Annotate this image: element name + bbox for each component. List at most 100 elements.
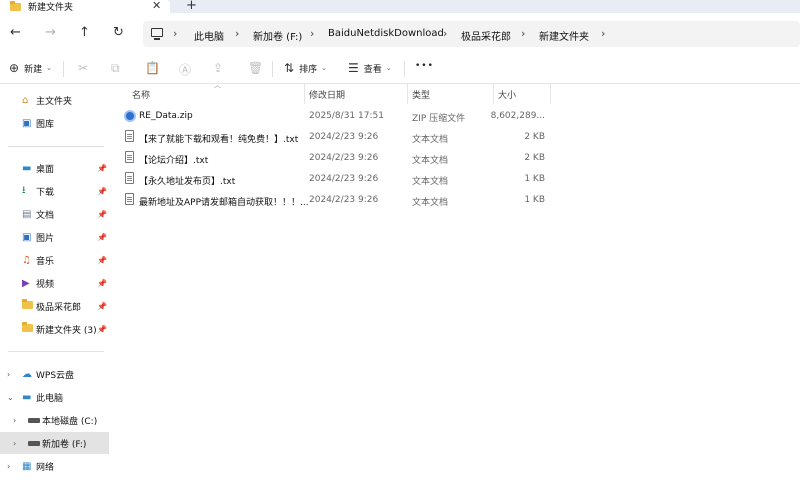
sidebar-item-label: 音乐 [36, 256, 55, 267]
folder-icon [22, 298, 33, 312]
sidebar-item-drive-c[interactable]: › 本地磁盘 (C:) [0, 409, 109, 431]
sidebar-item-label: 下载 [36, 187, 55, 198]
file-row[interactable]: 【永久地址发布页】.txt 2024/2/23 9:26 文本文档 1 KB [109, 169, 569, 190]
chevron-right-icon[interactable]: › [7, 370, 10, 379]
chevron-right-icon[interactable]: › [601, 27, 605, 40]
chevron-right-icon[interactable]: › [235, 27, 239, 40]
chevron-right-icon[interactable]: › [443, 27, 447, 40]
file-list-header: ︿ 名称 修改日期 类型 大小 [109, 81, 800, 104]
file-type: ZIP 压缩文件 [412, 114, 466, 124]
breadcrumb-baidu-download[interactable]: BaiduNetdiskDownload [328, 28, 444, 39]
file-date: 2024/2/23 9:26 [309, 174, 379, 184]
refresh-button[interactable]: ↻ [113, 25, 124, 40]
copy-button[interactable]: ⧉ [111, 61, 125, 76]
more-options-button[interactable]: ••• [415, 61, 434, 71]
file-row[interactable]: RE_Data.zip 2025/8/31 17:51 ZIP 压缩文件 8,6… [109, 106, 569, 127]
back-button[interactable]: ← [10, 25, 21, 40]
rename-button[interactable]: Ⓐ [179, 61, 196, 78]
sidebar-item-music[interactable]: ♫ 音乐 📌 [0, 249, 109, 271]
sidebar-item-network[interactable]: › ▦ 网络 [0, 455, 109, 477]
sidebar-item-gallery[interactable]: ▣ 图库 [0, 112, 109, 134]
address-bar[interactable]: › 此电脑 › 新加卷 (F:) › BaiduNetdiskDownload … [143, 21, 800, 47]
sidebar-item-label: 新建文件夹 (3) [36, 325, 97, 336]
breadcrumb-new-folder[interactable]: 新建文件夹 [539, 28, 589, 43]
sidebar-item-videos[interactable]: ▶ 视频 📌 [0, 272, 109, 294]
pin-icon[interactable]: 📌 [97, 325, 107, 334]
sidebar-item-label: 新加卷 (F:) [42, 439, 87, 450]
chevron-down-icon[interactable]: ⌄ [7, 393, 14, 402]
sidebar-item-label: 视频 [36, 279, 55, 290]
pin-icon[interactable]: 📌 [97, 279, 107, 288]
sidebar-item-drive-f[interactable]: › 新加卷 (F:) [0, 432, 109, 454]
column-header-size[interactable]: 大小 [498, 88, 516, 101]
file-row[interactable]: 【来了就能下载和观看！纯免费！】.txt 2024/2/23 9:26 文本文档… [109, 127, 569, 148]
file-name: RE_Data.zip [139, 111, 193, 121]
breadcrumb-this-pc[interactable]: 此电脑 [194, 28, 224, 43]
chevron-right-icon[interactable]: › [310, 27, 314, 40]
cut-button[interactable]: ✂ [78, 61, 93, 75]
sort-button[interactable]: ⇅ 排序 ⌄ [284, 61, 327, 75]
file-name: 最新地址及APP请发邮箱自动获取！！！... [139, 198, 309, 208]
new-button[interactable]: ⊕ 新建 ⌄ [9, 61, 52, 75]
delete-button[interactable]: 🗑 [248, 61, 268, 75]
breadcrumb-jipin-folder[interactable]: 极品采花郎 [461, 28, 511, 43]
pin-icon[interactable]: 📌 [97, 164, 107, 173]
pin-icon[interactable]: 📌 [97, 233, 107, 242]
view-button[interactable]: ☰ 查看 ⌄ [348, 61, 392, 75]
forward-button[interactable]: → [45, 25, 56, 40]
chevron-right-icon[interactable]: › [173, 27, 177, 40]
drive-icon [28, 415, 40, 426]
document-icon: ▤ [22, 208, 32, 220]
sidebar-item-pictures[interactable]: ▣ 图片 📌 [0, 226, 109, 248]
close-icon[interactable]: ✕ [152, 0, 161, 12]
column-divider[interactable] [407, 84, 408, 104]
file-row[interactable]: 最新地址及APP请发邮箱自动获取！！！... 2024/2/23 9:26 文本… [109, 190, 569, 211]
chevron-down-icon: ⌄ [46, 64, 52, 72]
new-tab-button[interactable]: + [186, 0, 197, 13]
chevron-down-icon: ⌄ [385, 64, 392, 72]
sidebar-item-downloads[interactable]: ⭳ 下载 📌 [0, 180, 109, 202]
file-size: 8,602,289... [490, 111, 545, 121]
chevron-right-icon[interactable]: › [13, 439, 16, 448]
pin-icon[interactable]: 📌 [97, 210, 107, 219]
txt-icon [125, 130, 134, 142]
chevron-right-icon[interactable]: › [7, 462, 10, 471]
file-name: 【来了就能下载和观看！纯免费！】.txt [139, 135, 299, 145]
up-button[interactable]: ↑ [79, 25, 90, 40]
file-row[interactable]: 【论坛介绍】.txt 2024/2/23 9:26 文本文档 2 KB [109, 148, 569, 169]
file-type: 文本文档 [412, 156, 449, 166]
column-header-date[interactable]: 修改日期 [309, 88, 345, 101]
gallery-icon: ▣ [22, 117, 32, 129]
column-divider[interactable] [493, 84, 494, 104]
chevron-right-icon[interactable]: › [521, 27, 525, 40]
sidebar-item-label: 极品采花郎 [36, 302, 82, 313]
share-button[interactable]: ⇪ [213, 61, 228, 75]
column-divider[interactable] [550, 84, 551, 104]
file-size: 1 KB [524, 174, 545, 184]
video-icon: ▶ [22, 277, 30, 289]
sidebar-item-new-folder-3[interactable]: 新建文件夹 (3) 📌 [0, 318, 109, 340]
file-date: 2025/8/31 17:51 [309, 111, 384, 121]
pin-icon[interactable]: 📌 [97, 302, 107, 311]
sidebar-item-documents[interactable]: ▤ 文档 📌 [0, 203, 109, 225]
paste-button[interactable]: 📋 [145, 61, 165, 75]
pin-icon[interactable]: 📌 [97, 187, 107, 196]
chevron-right-icon[interactable]: › [13, 416, 16, 425]
sidebar-item-home[interactable]: ⌂ 主文件夹 [0, 89, 109, 111]
breadcrumb-drive-f[interactable]: 新加卷 (F:) [253, 28, 302, 43]
column-header-type[interactable]: 类型 [412, 88, 430, 101]
new-button-label: 新建 [24, 64, 43, 75]
sidebar-item-this-pc[interactable]: ⌄ ▬ 此电脑 [0, 386, 109, 408]
tab-new-folder[interactable]: 新建文件夹 ✕ [0, 0, 170, 13]
file-type: 文本文档 [412, 177, 449, 187]
sidebar-item-label: 此电脑 [36, 393, 64, 404]
sidebar-item-wps-cloud[interactable]: › ☁ WPS云盘 [0, 363, 109, 385]
column-divider[interactable] [304, 84, 305, 104]
sidebar-item-desktop[interactable]: ▬ 桌面 📌 [0, 157, 109, 179]
folder-icon [10, 0, 21, 11]
column-header-name[interactable]: 名称 [132, 88, 150, 101]
sidebar-item-jipin-folder[interactable]: 极品采花郎 📌 [0, 295, 109, 317]
pin-icon[interactable]: 📌 [97, 256, 107, 265]
drive-icon [28, 438, 40, 449]
navigation-bar: ← → ↑ ↻ › 此电脑 › 新加卷 (F:) › BaiduNetdiskD… [0, 13, 800, 53]
